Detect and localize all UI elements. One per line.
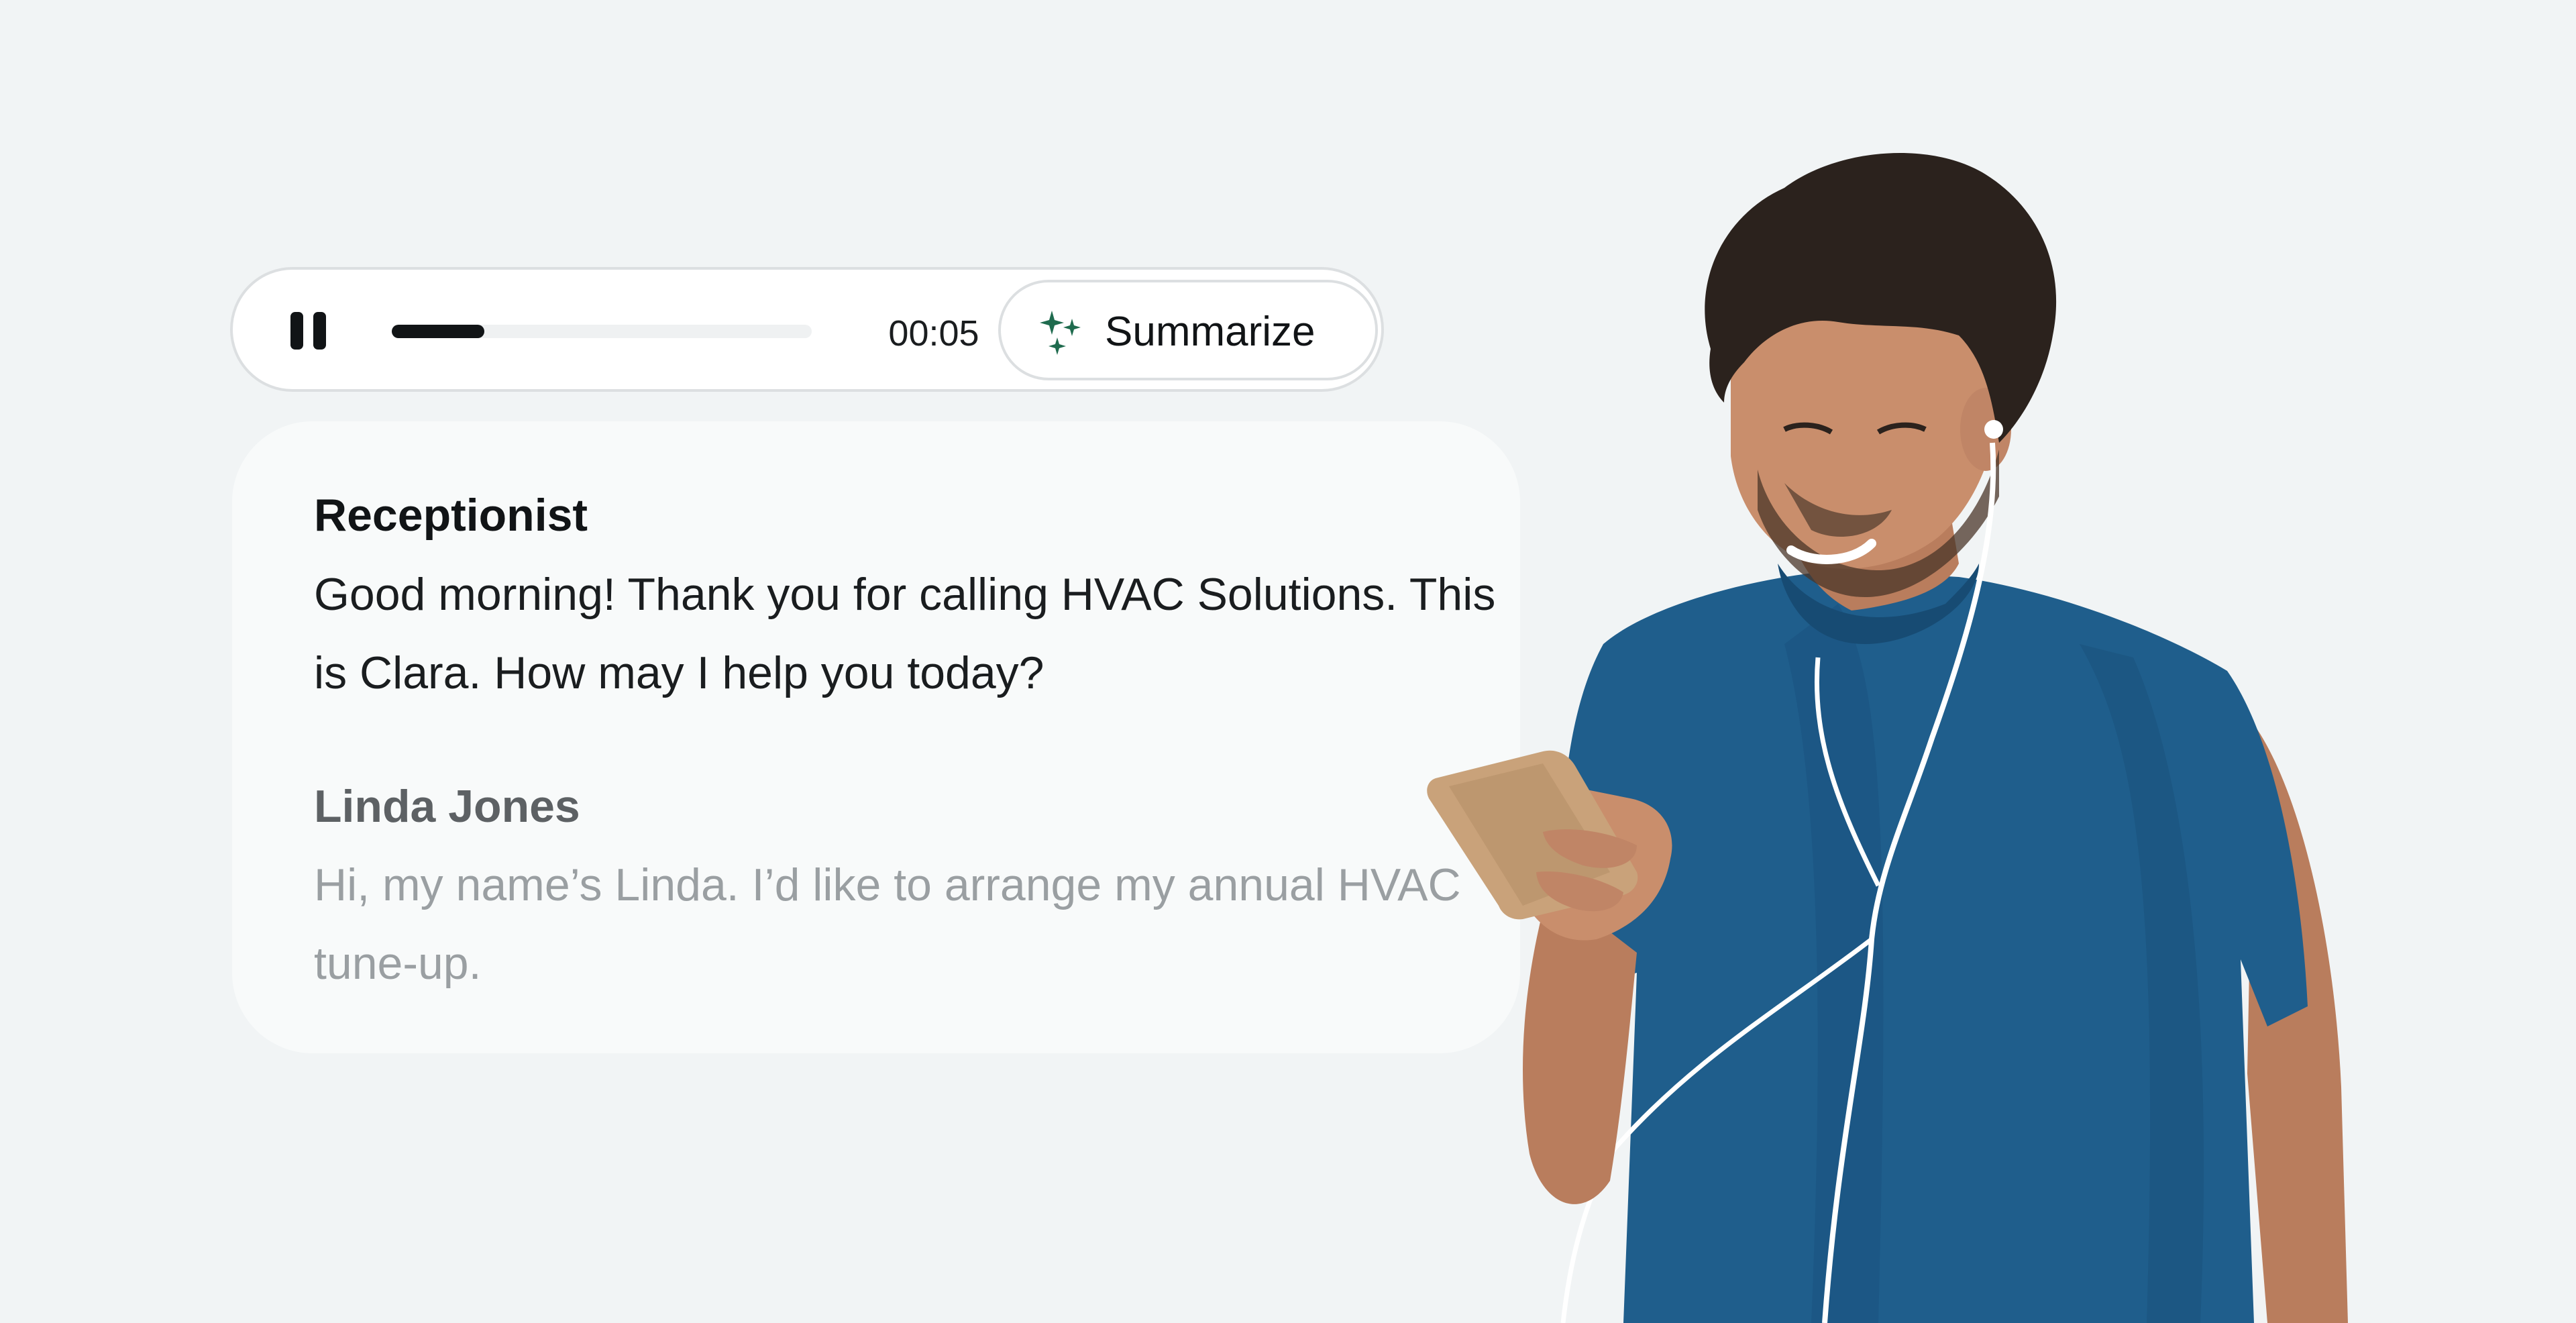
speaker-name: Receptionist [314, 490, 588, 541]
summarize-label: Summarize [1105, 309, 1316, 355]
man-with-phone-photo [1427, 152, 2348, 1323]
summarize-button[interactable]: Summarize [998, 280, 1378, 380]
pause-button[interactable] [288, 310, 328, 350]
sparkle-icon [1040, 311, 1081, 355]
playback-progress-fill [392, 325, 484, 338]
speaker-name: Linda Jones [314, 781, 580, 832]
elapsed-time: 00:05 [888, 313, 979, 354]
transcript-card: Receptionist Good morning! Thank you for… [232, 421, 1520, 1053]
audio-player: 00:05 Summarize [230, 267, 1384, 392]
utterance-text: Hi, my name’s Linda. I’d like to arrange… [314, 859, 1461, 989]
utterance-text: Good morning! Thank you for calling HVAC… [314, 569, 1496, 698]
playback-progress[interactable] [392, 325, 812, 338]
pause-icon [290, 312, 303, 350]
